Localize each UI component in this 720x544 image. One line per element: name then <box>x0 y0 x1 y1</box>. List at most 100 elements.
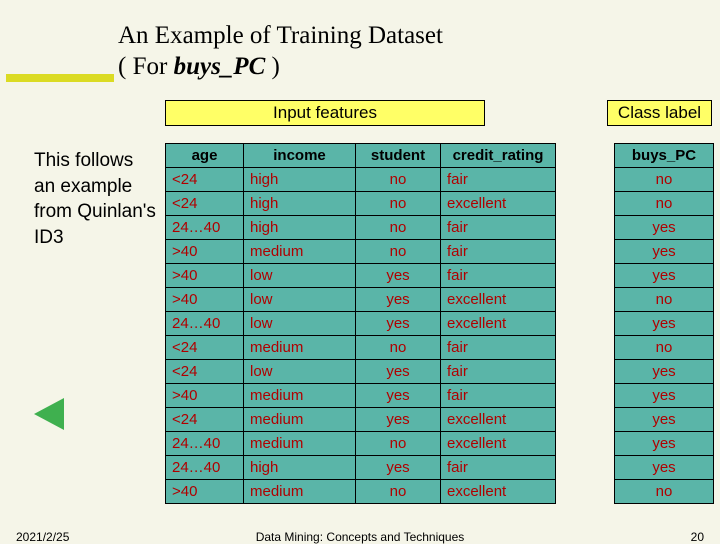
table-cell: <24 <box>166 336 244 360</box>
table-gap <box>556 432 615 456</box>
table-cell: medium <box>244 408 356 432</box>
table-row: >40lowyesexcellentno <box>166 288 714 312</box>
table-row: 24…40lowyesexcellentyes <box>166 312 714 336</box>
table-gap <box>556 360 615 384</box>
table-cell: excellent <box>441 408 556 432</box>
table-cell: <24 <box>166 408 244 432</box>
table-gap <box>556 216 615 240</box>
table-cell: fair <box>441 456 556 480</box>
table-header-row: age income student credit_rating buys_PC <box>166 144 714 168</box>
table-row: 24…40highnofair yes <box>166 216 714 240</box>
table-cell: yes <box>615 408 714 432</box>
table-cell: high <box>244 168 356 192</box>
header-income: income <box>244 144 356 168</box>
table-cell: yes <box>615 384 714 408</box>
footer-page-number: 20 <box>691 530 704 544</box>
title-line1: An Example of Training Dataset <box>118 22 443 49</box>
table-cell: fair <box>441 336 556 360</box>
table-cell: no <box>615 192 714 216</box>
table-cell: no <box>356 168 441 192</box>
table-gap <box>556 192 615 216</box>
table-cell: fair <box>441 264 556 288</box>
table-row: 24…40mediumnoexcellentyes <box>166 432 714 456</box>
table-gap <box>556 288 615 312</box>
table-cell: excellent <box>441 480 556 504</box>
table-cell: medium <box>244 480 356 504</box>
table-row: >40mediumnoexcellentno <box>166 480 714 504</box>
table-cell: excellent <box>441 192 556 216</box>
title-accent-bar <box>6 74 114 82</box>
table-cell: yes <box>615 360 714 384</box>
table-cell: >40 <box>166 480 244 504</box>
table-row: 24…40highyesfairyes <box>166 456 714 480</box>
table-cell: <24 <box>166 168 244 192</box>
table-cell: fair <box>441 216 556 240</box>
triangle-left-icon <box>34 398 64 430</box>
table-cell: fair <box>441 360 556 384</box>
table-gap <box>556 168 615 192</box>
table-cell: high <box>244 456 356 480</box>
table-gap <box>556 312 615 336</box>
table-row: >40mediumyesfairyes <box>166 384 714 408</box>
table-cell: excellent <box>441 432 556 456</box>
table-cell: >40 <box>166 384 244 408</box>
table-cell: low <box>244 264 356 288</box>
table-cell: no <box>356 192 441 216</box>
training-dataset-table: age income student credit_rating buys_PC… <box>165 143 714 504</box>
header-student: student <box>356 144 441 168</box>
input-features-label: Input features <box>165 100 485 126</box>
table-cell: no <box>615 336 714 360</box>
table-cell: yes <box>615 264 714 288</box>
table-cell: no <box>356 432 441 456</box>
table-gap <box>556 408 615 432</box>
table-cell: no <box>356 216 441 240</box>
table-gap <box>556 336 615 360</box>
table-cell: high <box>244 216 356 240</box>
table-cell: fair <box>441 384 556 408</box>
table-cell: medium <box>244 240 356 264</box>
table-cell: yes <box>356 408 441 432</box>
table-cell: yes <box>615 456 714 480</box>
table-cell: 24…40 <box>166 312 244 336</box>
table-gap <box>556 480 615 504</box>
table-cell: >40 <box>166 288 244 312</box>
table-cell: yes <box>615 312 714 336</box>
table-cell: yes <box>615 240 714 264</box>
class-label-label: Class label <box>607 100 712 126</box>
table-cell: 24…40 <box>166 456 244 480</box>
table-row: <24lowyesfairyes <box>166 360 714 384</box>
title-line2-italic: buys_PC <box>174 53 266 80</box>
table-cell: medium <box>244 336 356 360</box>
title-line2-post: ) <box>265 53 280 80</box>
table-cell: low <box>244 288 356 312</box>
table-cell: yes <box>615 216 714 240</box>
table-cell: <24 <box>166 360 244 384</box>
table-row: <24mediumnofairno <box>166 336 714 360</box>
table-cell: yes <box>356 288 441 312</box>
table-cell: medium <box>244 432 356 456</box>
table-cell: yes <box>615 432 714 456</box>
title-line2-pre: ( For <box>118 53 174 80</box>
table-cell: yes <box>356 360 441 384</box>
table-cell: >40 <box>166 264 244 288</box>
table-cell: >40 <box>166 240 244 264</box>
table-gap <box>556 456 615 480</box>
table-cell: yes <box>356 264 441 288</box>
table-cell: medium <box>244 384 356 408</box>
slide-title: An Example of Training Dataset ( For buy… <box>118 20 443 83</box>
header-buys-pc: buys_PC <box>615 144 714 168</box>
table-cell: yes <box>356 456 441 480</box>
table-gap <box>556 144 615 168</box>
table-cell: no <box>615 480 714 504</box>
table-cell: no <box>615 288 714 312</box>
table-gap <box>556 240 615 264</box>
table-row: >40mediumnofairyes <box>166 240 714 264</box>
header-age: age <box>166 144 244 168</box>
table-cell: no <box>356 240 441 264</box>
table-cell: yes <box>356 384 441 408</box>
table-cell: 24…40 <box>166 216 244 240</box>
prev-slide-button[interactable] <box>34 398 64 430</box>
table-row: <24highnoexcellentno <box>166 192 714 216</box>
table-row: >40lowyesfairyes <box>166 264 714 288</box>
table-row: <24mediumyesexcellentyes <box>166 408 714 432</box>
